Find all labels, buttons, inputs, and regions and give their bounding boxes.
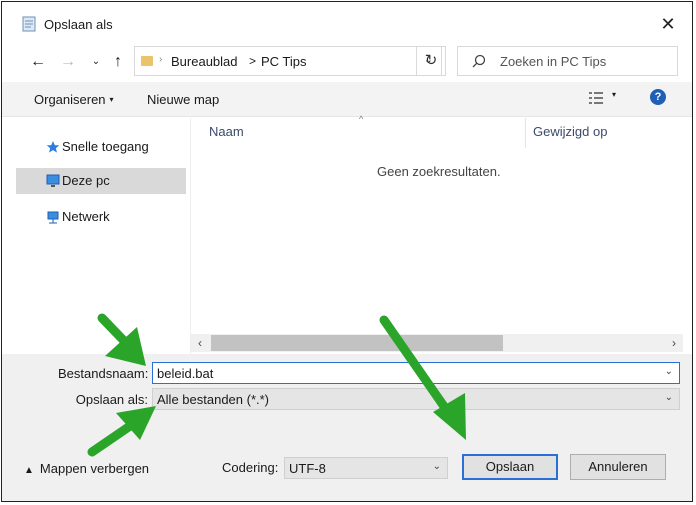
close-icon: ✕ <box>660 14 676 34</box>
search-icon <box>472 54 486 68</box>
file-list: ^ Naam Gewijzigd op Geen zoekresultaten.… <box>190 114 683 354</box>
save-options-panel: Bestandsnaam: beleid.bat ⌄ Opslaan als: … <box>2 354 692 501</box>
star-icon <box>46 141 60 153</box>
sidebar-item-label: Netwerk <box>62 209 110 224</box>
sort-ascending-icon: ^ <box>359 114 364 124</box>
hide-folders-toggle[interactable]: ▲ Mappen verbergen <box>24 461 149 476</box>
breadcrumb-item[interactable]: PC Tips <box>261 54 307 69</box>
computer-icon <box>46 174 60 187</box>
arrow-left-icon: ← <box>30 53 46 70</box>
arrow-up-icon: ↑ <box>114 53 122 70</box>
column-header-modified[interactable]: Gewijzigd op <box>533 124 607 139</box>
recent-locations-button[interactable]: ⌄ <box>86 52 106 72</box>
search-input[interactable]: Zoeken in PC Tips <box>457 46 678 76</box>
refresh-button[interactable]: ↻ <box>416 46 446 76</box>
chevron-right-icon: › <box>159 54 163 65</box>
folder-icon <box>141 56 153 66</box>
encoding-label: Codering: <box>222 460 279 475</box>
notepad-icon <box>22 16 36 32</box>
filename-field[interactable]: beleid.bat ⌄ <box>152 362 680 384</box>
chevron-up-icon: ▲ <box>24 465 34 476</box>
chevron-down-icon: ⌄ <box>432 461 441 472</box>
refresh-icon: ↻ <box>424 52 438 69</box>
navigation-pane: Snelle toegang Deze pc Netwerk <box>16 118 188 354</box>
up-button[interactable]: ↑ <box>108 52 128 72</box>
sidebar-item-quick-access[interactable]: Snelle toegang <box>16 134 186 160</box>
back-button[interactable]: ← <box>28 52 48 72</box>
navigation-bar: ← → ⌄ ↑ › Bureaublad > PC Tips ⌄ ↻ Zoeke… <box>2 44 692 80</box>
command-bar: Organiseren ▾ Nieuwe map ▾ ? <box>2 82 692 117</box>
scrollbar-thumb[interactable] <box>211 335 503 351</box>
view-details-icon[interactable] <box>589 92 603 104</box>
search-placeholder: Zoeken in PC Tips <box>500 54 607 69</box>
filename-label: Bestandsnaam: <box>58 366 149 381</box>
cancel-button[interactable]: Annuleren <box>570 454 666 480</box>
sidebar-item-label: Snelle toegang <box>62 139 149 154</box>
chevron-left-icon[interactable]: ‹ <box>193 336 207 350</box>
window-title: Opslaan als <box>44 17 113 32</box>
filename-value[interactable]: beleid.bat <box>157 366 213 381</box>
column-header-name[interactable]: Naam <box>209 124 244 139</box>
sidebar-item-this-pc[interactable]: Deze pc <box>16 168 186 194</box>
arrow-right-icon: → <box>60 53 76 70</box>
chevron-down-icon: ⌄ <box>664 392 673 403</box>
save-type-select[interactable]: Alle bestanden (*.*) ⌄ <box>152 388 680 410</box>
new-folder-button[interactable]: Nieuwe map <box>147 92 219 107</box>
save-as-dialog: Opslaan als ✕ ← → ⌄ ↑ › Bureaublad > PC … <box>1 1 693 502</box>
breadcrumb-item[interactable]: Bureaublad <box>171 54 238 69</box>
encoding-select[interactable]: UTF-8 ⌄ <box>284 457 448 479</box>
organize-menu[interactable]: Organiseren ▾ <box>34 92 114 107</box>
column-divider <box>525 118 526 148</box>
title-bar: Opslaan als ✕ <box>2 2 692 42</box>
save-type-label: Opslaan als: <box>75 392 148 407</box>
help-icon[interactable]: ? <box>650 89 666 105</box>
save-button[interactable]: Opslaan <box>462 454 558 480</box>
chevron-right-icon[interactable]: › <box>667 336 681 350</box>
encoding-value: UTF-8 <box>289 461 326 476</box>
chevron-right-icon: > <box>249 54 257 68</box>
chevron-down-icon: ⌄ <box>91 56 101 67</box>
save-type-value: Alle bestanden (*.*) <box>157 392 270 407</box>
forward-button[interactable]: → <box>58 52 78 72</box>
caret-down-icon: ▾ <box>109 95 114 104</box>
address-bar[interactable]: › Bureaublad > PC Tips ⌄ <box>134 46 442 76</box>
caret-down-icon[interactable]: ▾ <box>612 90 616 99</box>
chevron-down-icon[interactable]: ⌄ <box>665 366 673 377</box>
sidebar-item-network[interactable]: Netwerk <box>16 204 186 230</box>
close-button[interactable]: ✕ <box>658 14 678 34</box>
empty-message: Geen zoekresultaten. <box>377 164 501 179</box>
network-icon <box>47 211 59 224</box>
horizontal-scrollbar[interactable]: ‹ › <box>191 334 683 352</box>
sidebar-item-label: Deze pc <box>62 173 110 188</box>
